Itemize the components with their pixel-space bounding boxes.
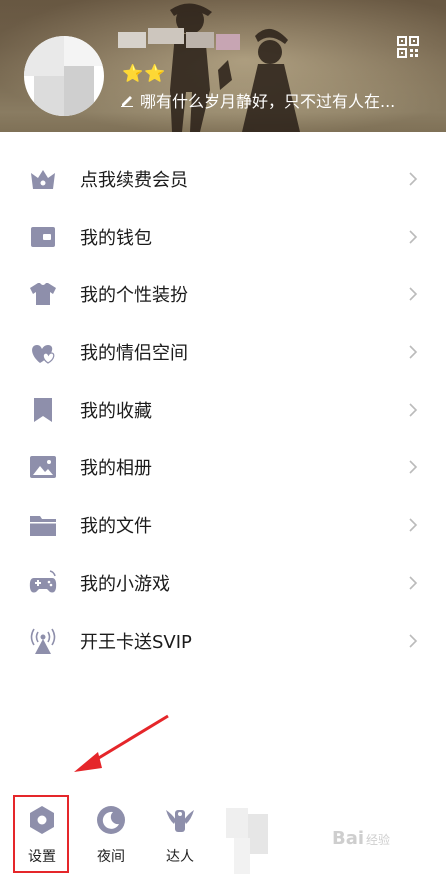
bookmark-icon <box>34 397 52 422</box>
chevron-right-icon <box>409 576 418 590</box>
menu-item-vip[interactable]: 点我续费会员 <box>0 150 446 208</box>
menu-item-king-card[interactable]: 开王卡送SVIP <box>0 612 446 670</box>
edit-pen-icon <box>120 92 134 111</box>
menu-item-games[interactable]: 我的小游戏 <box>0 554 446 612</box>
couple-hearts-icon <box>32 345 55 364</box>
menu-label: 我的钱包 <box>80 227 152 249</box>
menu-item-couple[interactable]: 我的情侣空间 <box>0 323 446 381</box>
menu-label: 开王卡送SVIP <box>80 631 192 653</box>
menu-item-personalize[interactable]: 我的个性装扮 <box>0 265 446 323</box>
menu-label: 我的个性装扮 <box>80 285 188 307</box>
menu-label: 点我续费会员 <box>80 170 188 191</box>
photo-album-icon <box>30 456 56 479</box>
expert-wings-icon <box>166 810 194 832</box>
qr-code-icon[interactable] <box>397 36 419 58</box>
chevron-right-icon <box>409 518 418 532</box>
watermark: Bai 经验 <box>332 828 390 849</box>
moon-icon <box>97 806 125 834</box>
signature-text: 哪有什么岁月静好，只不过有人在... <box>140 92 396 111</box>
gamepad-icon <box>29 570 57 593</box>
menu-label: 我的情侣空间 <box>80 343 188 365</box>
chevron-right-icon <box>409 287 418 301</box>
night-mode-button[interactable]: 夜间 <box>83 804 139 874</box>
crown-icon <box>31 170 55 189</box>
menu-item-files[interactable]: 我的文件 <box>0 496 446 554</box>
folder-icon <box>30 516 56 537</box>
menu-list: 点我续费会员 我的钱包 我的个性装扮 我的情侣空间 我的收藏 我的相册 我的文件… <box>0 150 446 669</box>
chevron-right-icon <box>409 633 418 648</box>
expert-label: 达人 <box>166 849 194 865</box>
menu-item-album[interactable]: 我的相册 <box>0 438 446 496</box>
chevron-right-icon <box>409 230 418 244</box>
profile-header: ⭐⭐ 哪有什么岁月静好，只不过有人在... <box>0 0 446 132</box>
chevron-right-icon <box>409 345 418 359</box>
night-label: 夜间 <box>97 849 125 865</box>
level-stars: ⭐⭐ <box>122 64 167 84</box>
avatar[interactable] <box>24 36 104 116</box>
menu-item-wallet[interactable]: 我的钱包 <box>0 208 446 266</box>
chevron-right-icon <box>409 460 418 475</box>
menu-label: 我的收藏 <box>80 400 152 422</box>
menu-label: 我的文件 <box>80 516 152 538</box>
expert-button[interactable]: 达人 <box>152 804 208 874</box>
signature[interactable]: 哪有什么岁月静好，只不过有人在... <box>120 88 395 112</box>
chevron-right-icon <box>409 403 418 417</box>
menu-label: 我的小游戏 <box>80 573 170 595</box>
watermark-text: Bai <box>332 828 365 849</box>
wallet-icon <box>31 226 55 247</box>
chevron-right-icon <box>409 172 418 186</box>
watermark-suffix: 经验 <box>366 833 391 847</box>
menu-item-favorites[interactable]: 我的收藏 <box>0 381 446 439</box>
signal-tower-icon <box>30 628 56 654</box>
settings-highlight-box <box>13 795 69 873</box>
tshirt-icon <box>30 283 56 306</box>
menu-label: 我的相册 <box>80 458 152 480</box>
